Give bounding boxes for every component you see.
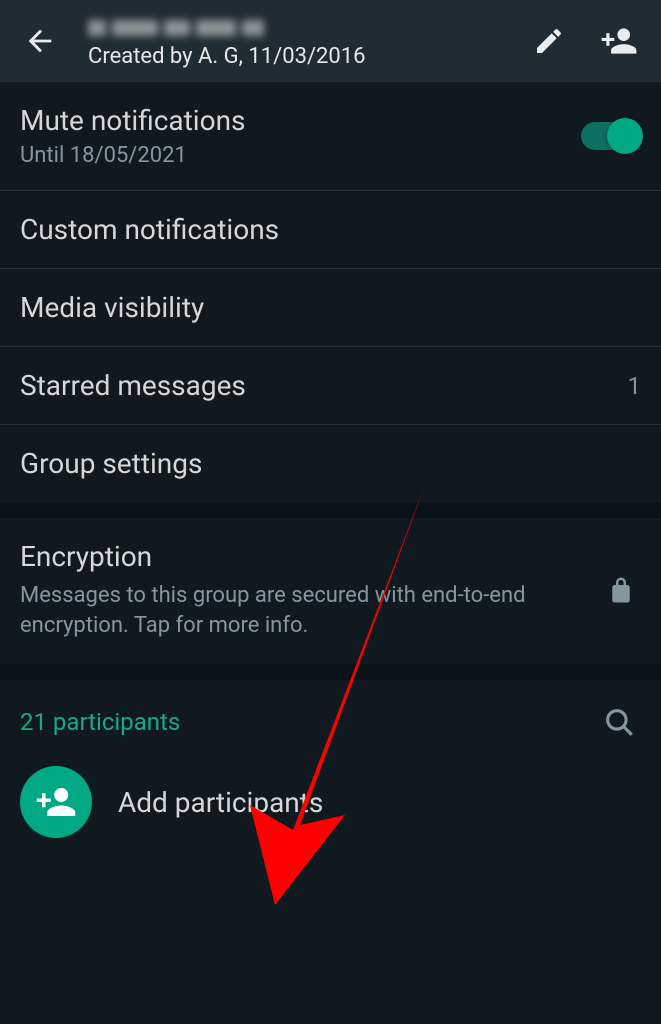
arrow-left-icon [23, 24, 57, 58]
mute-toggle[interactable] [581, 122, 641, 150]
mute-title: Mute notifications [20, 104, 581, 137]
group-created-label: Created by A. G, 11/03/2016 [88, 44, 515, 69]
search-icon [602, 705, 636, 739]
starred-title: Starred messages [20, 369, 616, 402]
custom-notifications-row[interactable]: Custom notifications [0, 191, 661, 269]
starred-messages-row[interactable]: Starred messages 1 [0, 347, 661, 425]
add-member-button[interactable] [597, 19, 641, 63]
pencil-icon [533, 25, 565, 57]
group-settings-title: Group settings [20, 447, 641, 480]
add-participants-avatar [20, 766, 92, 838]
header-title-wrap: Created by A. G, 11/03/2016 [88, 14, 515, 69]
edit-button[interactable] [527, 19, 571, 63]
media-visibility-row[interactable]: Media visibility [0, 269, 661, 347]
add-participants-row[interactable]: Add participants [0, 752, 661, 858]
add-participants-label: Add participants [118, 786, 323, 819]
section-divider [0, 502, 661, 518]
participants-header: 21 participants [0, 680, 661, 752]
encryption-title: Encryption [20, 540, 569, 573]
starred-count: 1 [628, 372, 642, 400]
person-add-icon [600, 22, 638, 60]
group-settings-row[interactable]: Group settings [0, 425, 661, 502]
participants-count: 21 participants [20, 708, 180, 736]
encryption-desc: Messages to this group are secured with … [20, 581, 569, 640]
section-divider [0, 664, 661, 680]
person-add-icon [35, 781, 77, 823]
media-visibility-title: Media visibility [20, 291, 641, 324]
mute-subtitle: Until 18/05/2021 [20, 143, 581, 168]
header-bar: Created by A. G, 11/03/2016 [0, 0, 661, 82]
group-title-blurred [88, 14, 515, 42]
mute-notifications-row[interactable]: Mute notifications Until 18/05/2021 [0, 82, 661, 191]
lock-icon [601, 575, 641, 605]
encryption-row[interactable]: Encryption Messages to this group are se… [0, 518, 661, 664]
search-participants-button[interactable] [597, 700, 641, 744]
custom-notifications-title: Custom notifications [20, 213, 641, 246]
back-button[interactable] [20, 21, 60, 61]
